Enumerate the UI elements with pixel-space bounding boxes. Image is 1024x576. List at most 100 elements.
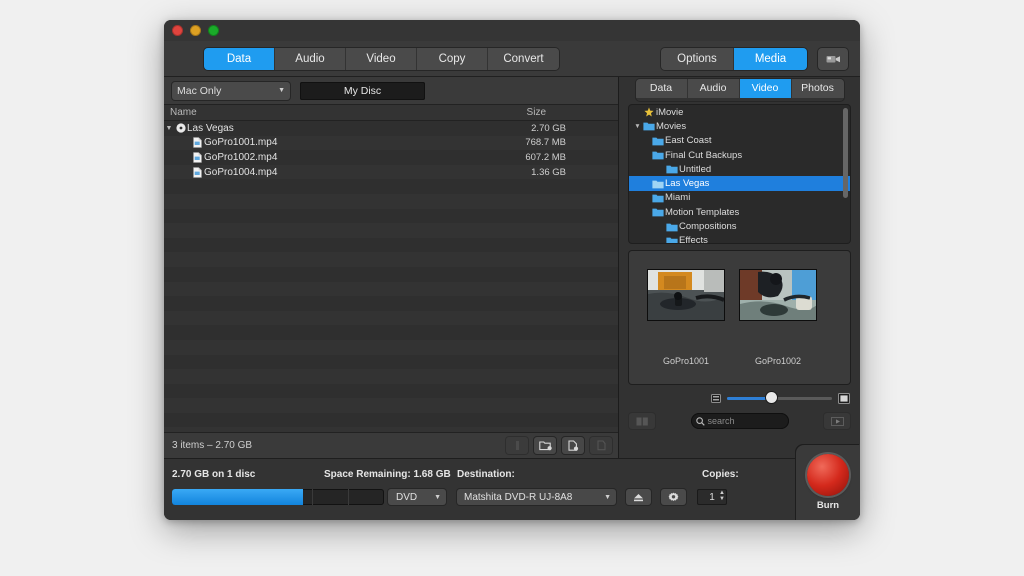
file-icon <box>191 152 204 163</box>
column-header-size[interactable]: Size <box>527 107 546 118</box>
tree-item-motion-templates[interactable]: Motion Templates <box>629 205 850 219</box>
format-filter-dropdown[interactable]: Mac Only ▼ <box>172 82 290 100</box>
info-button[interactable] <box>506 437 528 454</box>
play-button[interactable] <box>824 413 850 429</box>
table-row[interactable]: GoPro1002.mp4 607.2 MB <box>164 150 618 165</box>
traffic-lights <box>172 25 219 36</box>
media-tab-video[interactable]: Video <box>740 79 792 98</box>
row-size: 607.2 MB <box>525 152 566 163</box>
chevron-down-icon: ▼ <box>434 494 441 501</box>
thumbnail-grid[interactable]: GoPro1001 <box>629 251 850 384</box>
disc-name-input[interactable]: My Disc <box>300 82 425 100</box>
copies-label: Copies: <box>702 469 739 480</box>
file-list[interactable]: ▼ Las Vegas 2.70 GB <box>164 121 618 432</box>
thumbnail-caption: GoPro1001 <box>647 356 725 366</box>
tab-copy[interactable]: Copy <box>417 48 488 70</box>
zoom-button[interactable] <box>208 25 219 36</box>
tree-item-final-cut-backups[interactable]: Final Cut Backups <box>629 148 850 162</box>
tab-video[interactable]: Video <box>346 48 417 70</box>
disc-capacity-bar <box>172 489 384 505</box>
row-name: GoPro1001.mp4 <box>204 137 277 148</box>
search-icon <box>696 417 705 426</box>
tree-item-label: Motion Templates <box>665 207 739 218</box>
tree-item-las-vegas[interactable]: Las Vegas <box>629 176 850 190</box>
tree-item-east-coast[interactable]: East Coast <box>629 134 850 148</box>
tab-convert[interactable]: Convert <box>488 48 559 70</box>
empty-row <box>164 325 618 340</box>
disclosure-triangle-icon[interactable]: ▼ <box>164 125 174 132</box>
eject-button[interactable] <box>626 489 651 505</box>
empty-row <box>164 223 618 238</box>
tab-media[interactable]: Media <box>734 48 807 70</box>
tab-data[interactable]: Data <box>204 48 275 70</box>
tree-item-label: East Coast <box>665 135 711 146</box>
thumbnail-caption: GoPro1002 <box>739 356 817 366</box>
minimize-button[interactable] <box>190 25 201 36</box>
media-tab-audio[interactable]: Audio <box>688 79 740 98</box>
grid-view-icon[interactable] <box>838 393 850 404</box>
tree-item-untitled[interactable]: Untitled <box>629 162 850 176</box>
add-media-button[interactable] <box>629 413 655 429</box>
row-name: Las Vegas <box>187 123 234 134</box>
folder-icon <box>665 236 679 243</box>
new-folder-button[interactable] <box>534 437 556 454</box>
destination-label: Destination: <box>457 469 515 480</box>
tree-item-miami[interactable]: Miami <box>629 191 850 205</box>
media-source-tree[interactable]: iMovie ▼ Movies East Coast <box>629 105 850 243</box>
tree-item-compositions[interactable]: Compositions <box>629 219 850 233</box>
footer-button-group <box>506 437 612 454</box>
delete-button[interactable] <box>590 437 612 454</box>
burn-button[interactable] <box>807 454 849 496</box>
search-input[interactable]: search <box>691 413 789 429</box>
column-header-name[interactable]: Name <box>164 107 197 118</box>
close-button[interactable] <box>172 25 183 36</box>
thumbnail-image <box>739 269 817 321</box>
tree-item-label: iMovie <box>656 107 683 118</box>
table-row[interactable]: ▼ Las Vegas 2.70 GB <box>164 121 618 136</box>
inspector-tab-group: Options Media <box>661 48 807 70</box>
empty-row <box>164 238 618 253</box>
media-type-value: DVD <box>396 492 417 503</box>
camcorder-icon <box>826 54 841 64</box>
tab-options[interactable]: Options <box>661 48 734 70</box>
media-tab-photos[interactable]: Photos <box>792 79 844 98</box>
thumbnail-zoom-slider[interactable] <box>727 397 832 400</box>
table-row[interactable]: GoPro1001.mp4 768.7 MB <box>164 136 618 151</box>
folder-icon <box>651 179 665 189</box>
disc-content-pane: Mac Only ▼ My Disc Name Size ▼ <box>164 77 619 458</box>
destination-dropdown[interactable]: Matshita DVD-R UJ-8A8 ▼ <box>457 489 616 505</box>
tree-item-label: Untitled <box>679 164 711 175</box>
tree-item-label: Compositions <box>679 221 737 232</box>
tree-item-movies[interactable]: ▼ Movies <box>629 119 850 133</box>
empty-row <box>164 267 618 282</box>
tree-item-imovie[interactable]: iMovie <box>629 105 850 119</box>
new-file-button[interactable] <box>562 437 584 454</box>
tab-audio[interactable]: Audio <box>275 48 346 70</box>
thumbnail-image <box>647 269 725 321</box>
empty-row <box>164 209 618 224</box>
thumbnail-item[interactable]: GoPro1002 <box>739 269 817 384</box>
settings-button[interactable] <box>661 489 686 505</box>
row-size: 1.36 GB <box>531 167 566 178</box>
thumbnail-item[interactable]: GoPro1001 <box>647 269 725 384</box>
camcorder-button[interactable] <box>818 48 848 70</box>
folder-icon <box>651 136 665 146</box>
item-count-status: 3 items – 2.70 GB <box>172 440 252 451</box>
media-tab-group: Data Audio Video Photos <box>636 79 844 101</box>
table-row[interactable]: GoPro1004.mp4 1.36 GB <box>164 165 618 180</box>
file-list-header: Name Size <box>164 105 618 121</box>
tree-scrollbar[interactable] <box>843 108 848 198</box>
tree-twisty[interactable]: ▼ <box>633 123 642 130</box>
media-tab-data[interactable]: Data <box>636 79 688 98</box>
stepper-arrows-icon[interactable]: ▲▼ <box>719 490 725 502</box>
row-size: 768.7 MB <box>525 137 566 148</box>
tree-item-effects[interactable]: Effects <box>629 234 850 243</box>
list-view-icon[interactable] <box>711 394 721 403</box>
empty-row <box>164 384 618 399</box>
copies-stepper[interactable]: 1 ▲▼ <box>697 489 727 505</box>
empty-row <box>164 369 618 384</box>
media-search-bar: search <box>629 411 850 431</box>
copies-value: 1 <box>709 492 715 503</box>
folder-blue-icon <box>642 121 656 131</box>
media-type-dropdown[interactable]: DVD ▼ <box>388 489 446 505</box>
